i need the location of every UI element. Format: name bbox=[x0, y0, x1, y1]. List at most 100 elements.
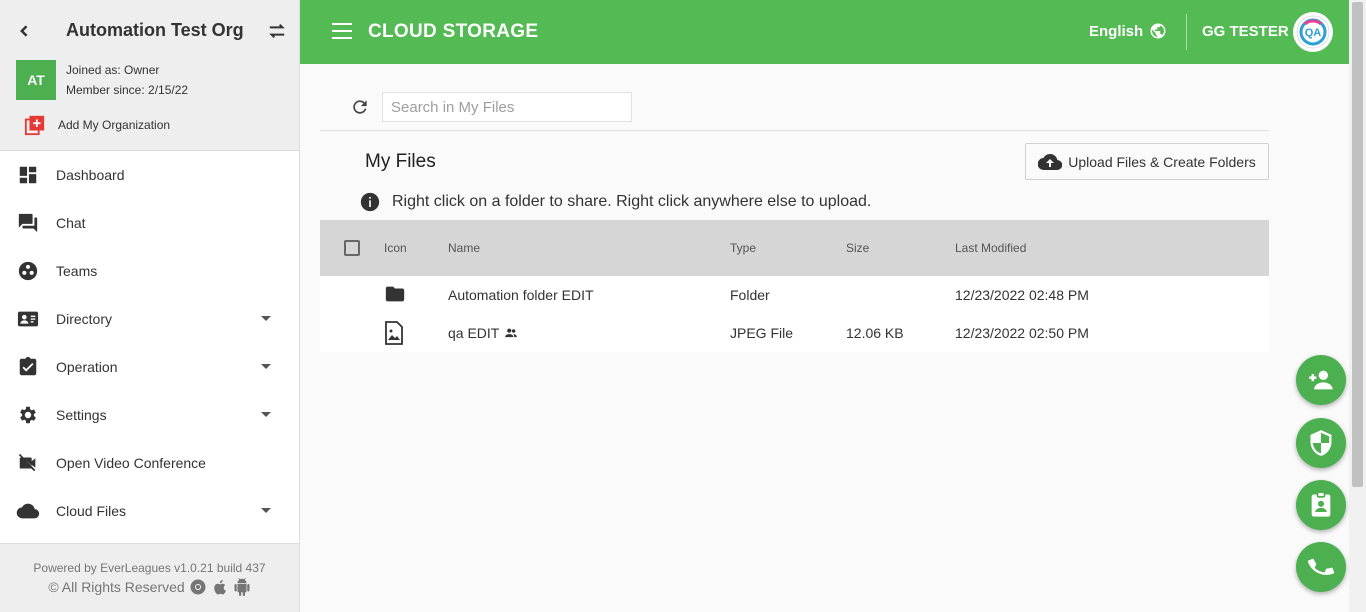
sidebar-item-label: Operation bbox=[56, 359, 118, 375]
globe-icon bbox=[1150, 23, 1166, 39]
powered-by: Powered by EverLeagues v1.0.21 build 437 bbox=[33, 561, 266, 575]
org-header: Automation Test Org AT Joined as: Owner … bbox=[0, 0, 299, 151]
sidebar-item-dashboard[interactable]: Dashboard bbox=[0, 151, 299, 199]
search-input[interactable] bbox=[382, 92, 632, 122]
column-header-modified[interactable]: Last Modified bbox=[955, 241, 1026, 255]
sidebar-item-label: Directory bbox=[56, 311, 113, 327]
phone-icon bbox=[1307, 558, 1335, 575]
info-text: Right click on a folder to share. Right … bbox=[392, 193, 872, 210]
select-all-checkbox[interactable] bbox=[344, 240, 360, 256]
sidebar-item-teams[interactable]: Teams bbox=[0, 247, 299, 295]
swap-org-icon[interactable] bbox=[266, 22, 288, 40]
file-size: 12.06 KB bbox=[846, 325, 904, 341]
page-title: CLOUD STORAGE bbox=[368, 21, 539, 42]
sidebar: Automation Test Org AT Joined as: Owner … bbox=[0, 0, 300, 612]
sidebar-item-chat[interactable]: Chat bbox=[0, 199, 299, 247]
org-name: Automation Test Org bbox=[66, 20, 244, 40]
upload-files-button[interactable]: Upload Files & Create Folders bbox=[1025, 143, 1269, 180]
svg-text:QA: QA bbox=[1305, 27, 1322, 39]
refresh-icon[interactable] bbox=[350, 97, 370, 117]
apple-icon[interactable] bbox=[211, 578, 229, 596]
sidebar-item-video-conference[interactable]: Open Video Conference bbox=[0, 439, 299, 487]
divider bbox=[320, 130, 1269, 131]
back-arrow-icon[interactable] bbox=[14, 21, 34, 41]
scrollbar-thumb[interactable] bbox=[1352, 2, 1363, 487]
section-title: My Files bbox=[365, 151, 436, 172]
qa-logo-icon: QA bbox=[1296, 15, 1330, 49]
column-header-icon[interactable]: Icon bbox=[384, 241, 407, 255]
member-since: Member since: 2/15/22 bbox=[66, 83, 189, 97]
file-modified: 12/23/2022 02:48 PM bbox=[955, 287, 1089, 303]
add-person-icon bbox=[1309, 370, 1333, 390]
sidebar-item-settings[interactable]: Settings bbox=[0, 391, 299, 439]
teams-icon bbox=[16, 259, 40, 283]
main-content: My Files Upload Files & Create Folders R… bbox=[300, 64, 1349, 612]
sidebar-item-operation[interactable]: Operation bbox=[0, 343, 299, 391]
file-type: Folder bbox=[730, 287, 770, 303]
sidebar-item-label: Cloud Files bbox=[56, 503, 127, 519]
gear-icon bbox=[16, 403, 40, 427]
org-avatar: AT bbox=[16, 60, 56, 100]
directory-icon bbox=[16, 307, 40, 331]
sidebar-nav: Dashboard Chat Teams Directory Operation… bbox=[0, 151, 299, 535]
top-app-bar: CLOUD STORAGE English GG TESTER QA bbox=[300, 0, 1349, 64]
joined-as: Joined as: Owner bbox=[66, 63, 160, 77]
table-row[interactable]: Automation folder EDIT Folder 12/23/2022… bbox=[320, 276, 1269, 314]
call-fab[interactable] bbox=[1296, 542, 1346, 592]
chrome-icon[interactable] bbox=[189, 578, 207, 596]
user-name: GG TESTER bbox=[1202, 23, 1289, 40]
file-type: JPEG File bbox=[730, 325, 794, 341]
chevron-down-icon bbox=[261, 412, 271, 417]
cloud-icon bbox=[16, 499, 40, 523]
user-avatar[interactable]: QA bbox=[1293, 12, 1333, 52]
sidebar-item-label: Settings bbox=[56, 407, 107, 423]
chevron-down-icon bbox=[261, 364, 271, 369]
sidebar-item-label: Open Video Conference bbox=[56, 455, 206, 471]
cloud-upload-icon bbox=[1038, 153, 1063, 170]
android-icon[interactable] bbox=[233, 578, 251, 596]
clipboard-icon bbox=[16, 355, 40, 379]
info-message: Right click on a folder to share. Right … bbox=[360, 192, 871, 212]
files-table: Icon Name Type Size Last Modified Automa… bbox=[320, 220, 1269, 352]
video-icon bbox=[16, 451, 40, 475]
copyright: © All Rights Reserved bbox=[0, 578, 299, 596]
file-name: qa EDIT bbox=[448, 325, 500, 341]
badge-icon bbox=[1311, 491, 1331, 517]
dashboard-icon bbox=[16, 163, 40, 187]
file-name-wrap: qa EDIT bbox=[448, 325, 518, 341]
column-header-name[interactable]: Name bbox=[448, 241, 480, 255]
shared-people-icon bbox=[505, 328, 518, 338]
upload-files-label: Upload Files & Create Folders bbox=[1068, 153, 1256, 170]
language-selector[interactable]: English bbox=[1089, 22, 1167, 40]
file-name: Automation folder EDIT bbox=[448, 287, 594, 303]
folder-icon bbox=[385, 286, 405, 302]
file-modified: 12/23/2022 02:50 PM bbox=[955, 325, 1089, 341]
column-header-type[interactable]: Type bbox=[730, 241, 756, 255]
page-scrollbar[interactable] bbox=[1349, 0, 1366, 612]
contact-badge-fab[interactable] bbox=[1296, 480, 1346, 530]
sidebar-item-directory[interactable]: Directory bbox=[0, 295, 299, 343]
add-organization-button[interactable]: Add My Organization bbox=[24, 114, 170, 136]
sidebar-item-label: Teams bbox=[56, 263, 98, 279]
language-label: English bbox=[1089, 22, 1144, 40]
sidebar-item-label: Dashboard bbox=[56, 167, 125, 183]
add-person-fab[interactable] bbox=[1296, 355, 1346, 405]
sidebar-footer: Powered by EverLeagues v1.0.21 build 437… bbox=[0, 543, 299, 612]
copyright-text: © All Rights Reserved bbox=[48, 579, 185, 595]
topbar-divider bbox=[1186, 14, 1187, 50]
table-header: Icon Name Type Size Last Modified bbox=[320, 220, 1269, 276]
add-box-icon bbox=[24, 115, 45, 136]
image-file-icon bbox=[385, 321, 403, 345]
info-icon bbox=[360, 192, 380, 212]
sidebar-item-cloud-files[interactable]: Cloud Files bbox=[0, 487, 299, 535]
chevron-down-icon bbox=[261, 316, 271, 321]
sidebar-item-label: Chat bbox=[56, 215, 86, 231]
hamburger-menu-icon[interactable] bbox=[332, 22, 352, 40]
add-organization-label: Add My Organization bbox=[58, 118, 171, 132]
chevron-down-icon bbox=[261, 508, 271, 513]
security-fab[interactable] bbox=[1296, 418, 1346, 468]
chat-icon bbox=[16, 211, 40, 235]
shield-icon bbox=[1310, 430, 1332, 456]
table-row[interactable]: qa EDIT JPEG File 12.06 KB 12/23/2022 02… bbox=[320, 314, 1269, 352]
column-header-size[interactable]: Size bbox=[846, 241, 869, 255]
